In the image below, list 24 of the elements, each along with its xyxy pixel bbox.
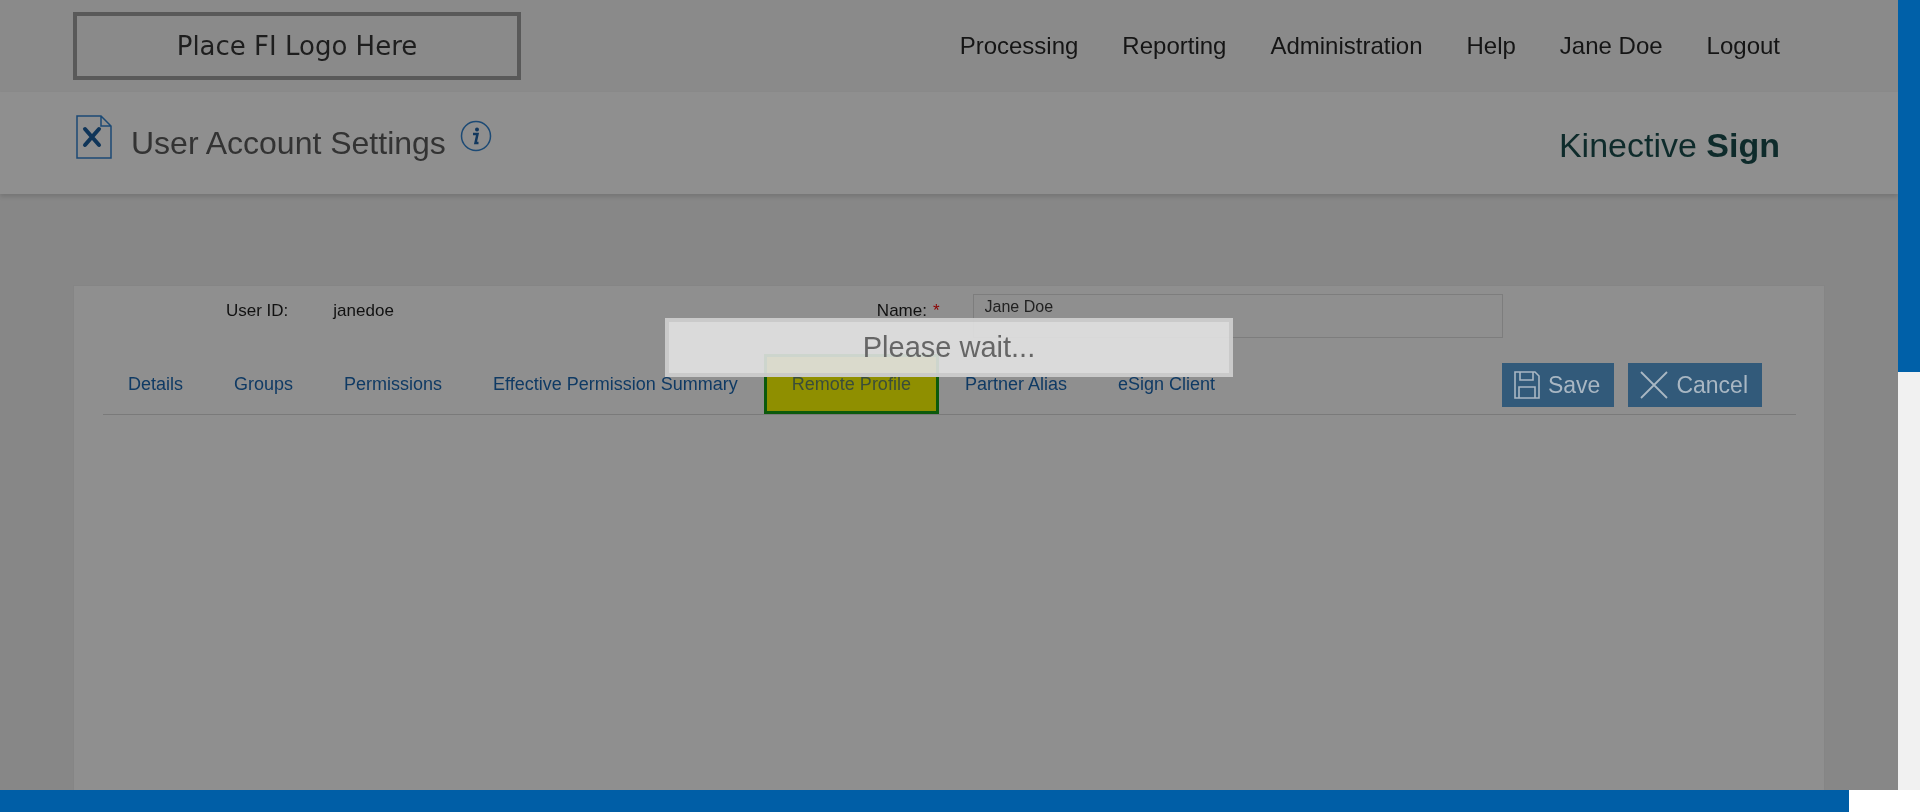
nav-link[interactable]: Processing <box>959 32 1079 60</box>
tab[interactable]: Permissions <box>319 354 468 414</box>
user-id-value: janedoe <box>333 300 394 321</box>
logo-placeholder-text: Place FI Logo Here <box>176 31 418 61</box>
nav-link[interactable]: Logout <box>1706 32 1780 60</box>
name-label: Name: <box>876 300 927 321</box>
scrollbar[interactable] <box>1898 0 1920 790</box>
tab[interactable]: Details <box>103 354 209 414</box>
close-icon <box>1640 371 1669 399</box>
cancel-button[interactable]: Cancel <box>1628 363 1762 407</box>
settings-document-icon <box>76 115 112 159</box>
nav-link[interactable]: Reporting <box>1122 32 1227 60</box>
page-title: User Account Settings <box>131 125 446 162</box>
nav-link[interactable]: Administration <box>1270 32 1423 60</box>
brand-name: Kinective Sign <box>1558 126 1780 165</box>
nav-link[interactable]: Jane Doe <box>1559 32 1663 60</box>
required-mark: * <box>932 300 940 321</box>
user-id-label: User ID: <box>226 300 289 321</box>
tab[interactable]: Groups <box>209 354 319 414</box>
info-icon[interactable] <box>459 120 492 152</box>
save-button[interactable]: Save <box>1501 363 1615 407</box>
nav-link[interactable]: Help <box>1466 32 1516 60</box>
scrollbar-thumb[interactable] <box>1898 0 1920 372</box>
please-wait-toast: Please wait... <box>665 318 1233 377</box>
